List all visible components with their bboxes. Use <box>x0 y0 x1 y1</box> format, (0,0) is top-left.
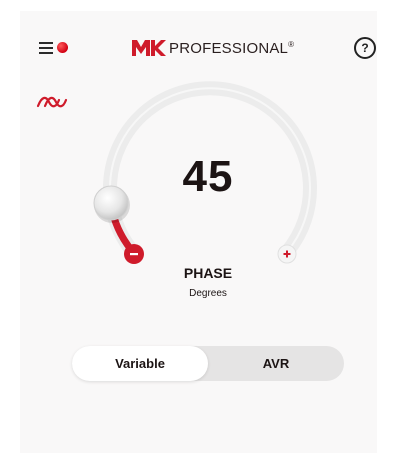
mode-toggle: Variable AVR <box>72 346 344 381</box>
parameter-label: PHASE <box>183 265 233 281</box>
increase-button[interactable] <box>277 244 297 264</box>
minus-glyph <box>130 253 138 256</box>
mode-option-avr[interactable]: AVR <box>208 346 344 381</box>
phase-value: 45 <box>182 152 234 201</box>
dial-knob[interactable] <box>93 185 129 221</box>
mode-option-variable[interactable]: Variable <box>72 346 208 381</box>
phase-dial[interactable] <box>0 0 396 453</box>
plus-glyph-v <box>286 250 288 258</box>
parameter-unit: Degrees <box>189 288 227 299</box>
decrease-button[interactable] <box>124 244 144 264</box>
